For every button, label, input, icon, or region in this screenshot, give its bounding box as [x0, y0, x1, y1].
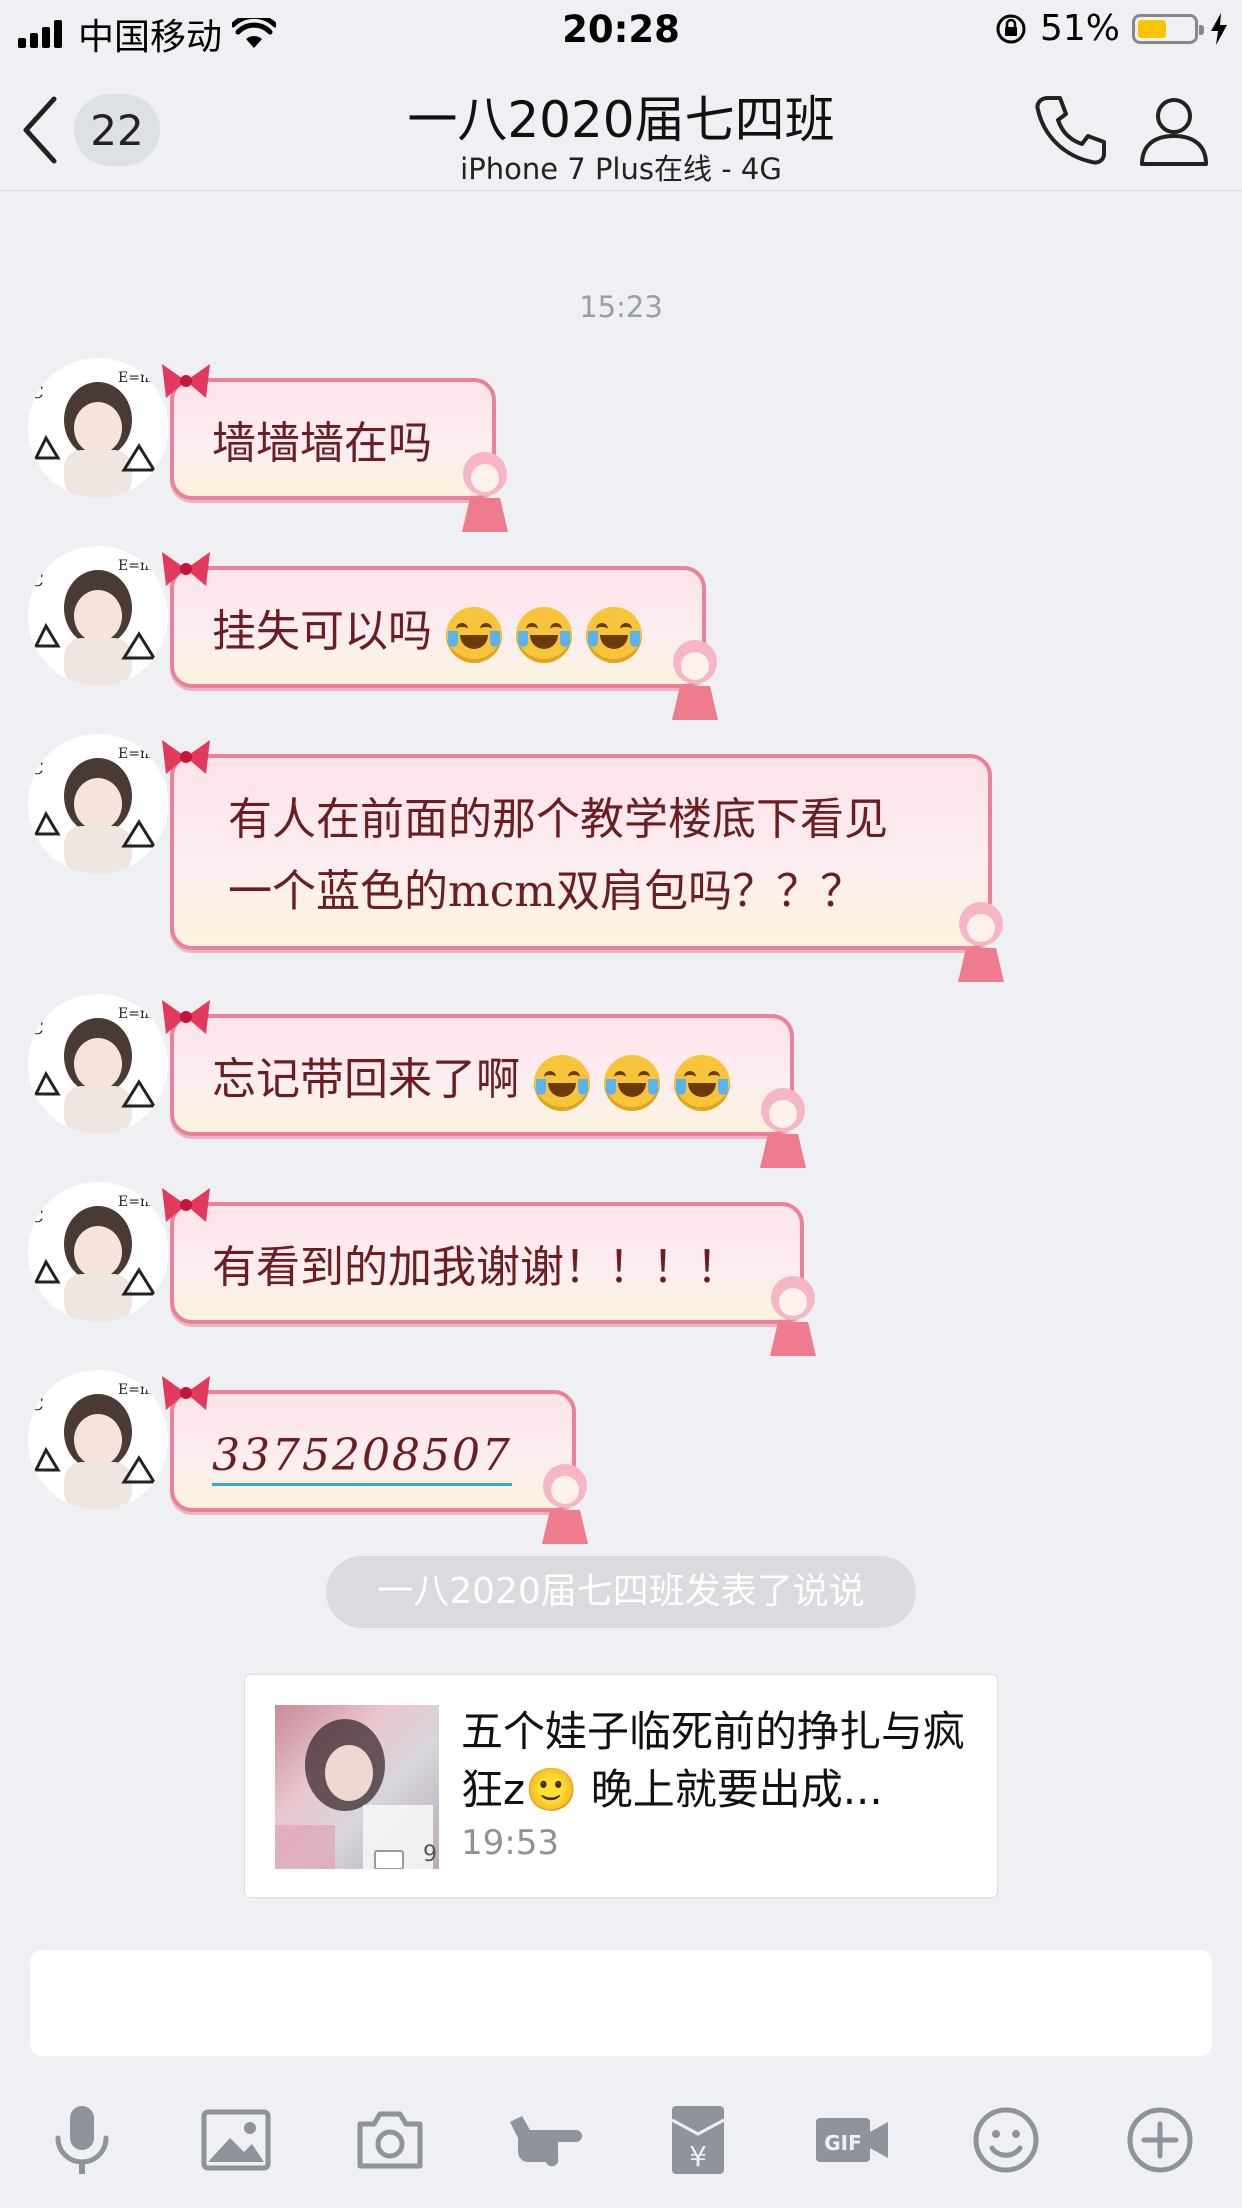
doll-sticker-icon [760, 1088, 806, 1168]
input-toolbar: ¥ GIF [0, 2080, 1242, 2190]
tears-of-joy-emoji-icon [604, 1054, 660, 1111]
sender-avatar[interactable]: C E=mc² [28, 546, 168, 686]
qq-number-link[interactable]: 3375208507 [212, 1430, 512, 1486]
red-packet-icon: ¥ [671, 2106, 725, 2174]
poke-button[interactable] [504, 2100, 584, 2180]
poke-icon [510, 2116, 582, 2167]
message-bubble[interactable]: 墙墙墙在吗 [162, 364, 508, 532]
svg-text:C: C [30, 382, 44, 403]
svg-text:C: C [30, 570, 44, 591]
gif-button[interactable]: GIF [812, 2100, 892, 2180]
message-text-line: 一个蓝色的mcm双肩包吗？？？ [228, 866, 865, 917]
message-text: 挂失可以吗 [212, 606, 432, 657]
message-bubble[interactable]: 3375208507 [162, 1376, 588, 1544]
red-packet-button[interactable]: ¥ [658, 2100, 738, 2180]
sender-avatar[interactable]: C E=mc² [28, 994, 168, 1134]
person-icon [1140, 98, 1208, 166]
battery-percent: 51% [1039, 8, 1120, 49]
charging-icon [1211, 12, 1227, 45]
system-notice: 一八2020届七四班发表了说说 [326, 1556, 916, 1628]
profile-button[interactable] [1134, 90, 1214, 170]
tears-of-joy-emoji-icon [586, 606, 642, 663]
sender-avatar[interactable]: C E=mc² [28, 358, 168, 498]
image-icon [201, 2109, 271, 2171]
post-time: 19:53 [461, 1823, 559, 1863]
svg-text:GIF: GIF [824, 2131, 862, 2155]
post-thumbnail: 9 [275, 1705, 439, 1869]
doll-sticker-icon [770, 1276, 816, 1356]
emoji-icon [973, 2107, 1039, 2173]
voice-button[interactable] [42, 2100, 122, 2180]
message-bubble[interactable]: 有人在前面的那个教学楼底下看见 一个蓝色的mcm双肩包吗？？？ [162, 740, 1004, 982]
tears-of-joy-emoji-icon [516, 606, 572, 663]
bow-decoration-icon [162, 1188, 210, 1222]
call-button[interactable] [1030, 90, 1110, 170]
message-timestamp: 15:23 [579, 290, 663, 324]
tears-of-joy-emoji-icon [534, 1054, 590, 1111]
sender-avatar[interactable]: C E=mc² [28, 1182, 168, 1322]
message-bubble[interactable]: 忘记带回来了啊 [162, 1000, 806, 1168]
status-bar: 中国移动 20:28 51% [0, 0, 1242, 62]
status-right: 51% [994, 8, 1228, 49]
gif-icon: GIF [816, 2118, 888, 2162]
sender-avatar[interactable]: C E=mc² [28, 1370, 168, 1510]
doll-sticker-icon [958, 902, 1004, 982]
svg-text:C: C [30, 758, 44, 779]
plus-icon [1127, 2107, 1193, 2173]
camera-button[interactable] [350, 2100, 430, 2180]
bow-decoration-icon [162, 364, 210, 398]
shared-post-card[interactable]: 9 五个娃子临死前的挣扎与疯狂z🙂 晚上就要出成... 19:53 [244, 1674, 998, 1898]
message-bubble[interactable]: 挂失可以吗 [162, 552, 718, 720]
chat-header: 22 一八2020届七四班 iPhone 7 Plus在线 - 4G [0, 62, 1242, 191]
tears-of-joy-emoji-icon [674, 1054, 730, 1111]
message-bubble[interactable]: 有看到的加我谢谢！！！！ [162, 1188, 816, 1356]
phone-icon [1035, 96, 1106, 165]
emoji-button[interactable] [966, 2100, 1046, 2180]
bow-decoration-icon [162, 1376, 210, 1410]
message-input[interactable] [30, 1950, 1212, 2056]
doll-sticker-icon [462, 452, 508, 532]
svg-text:C: C [30, 1018, 44, 1039]
bow-decoration-icon [162, 552, 210, 586]
tears-of-joy-emoji-icon [446, 606, 502, 663]
svg-text:C: C [30, 1394, 44, 1415]
microphone-icon [55, 2106, 109, 2174]
doll-sticker-icon [672, 640, 718, 720]
sender-avatar[interactable]: C E=mc² [28, 734, 168, 874]
svg-text:C: C [30, 1206, 44, 1227]
message-text: 忘记带回来了啊 [212, 1054, 520, 1105]
doll-sticker-icon [541, 1464, 588, 1544]
post-title: 五个娃子临死前的挣扎与疯狂z🙂 晚上就要出成... [461, 1707, 966, 1814]
photo-count: 9 [423, 1842, 437, 1867]
message-text: 墙墙墙在吗 [212, 418, 432, 469]
message-text: 有看到的加我谢谢！！！！ [212, 1242, 740, 1293]
camera-icon [357, 2111, 423, 2169]
more-button[interactable] [1120, 2100, 1200, 2180]
battery-level [1138, 19, 1166, 38]
battery-icon [1132, 13, 1204, 44]
bow-decoration-icon [162, 740, 210, 774]
rotation-lock-icon [996, 14, 1026, 43]
svg-text:¥: ¥ [689, 2140, 707, 2173]
bow-decoration-icon [162, 1000, 210, 1034]
message-text-line: 有人在前面的那个教学楼底下看见 [228, 794, 888, 845]
photo-button[interactable] [196, 2100, 276, 2180]
